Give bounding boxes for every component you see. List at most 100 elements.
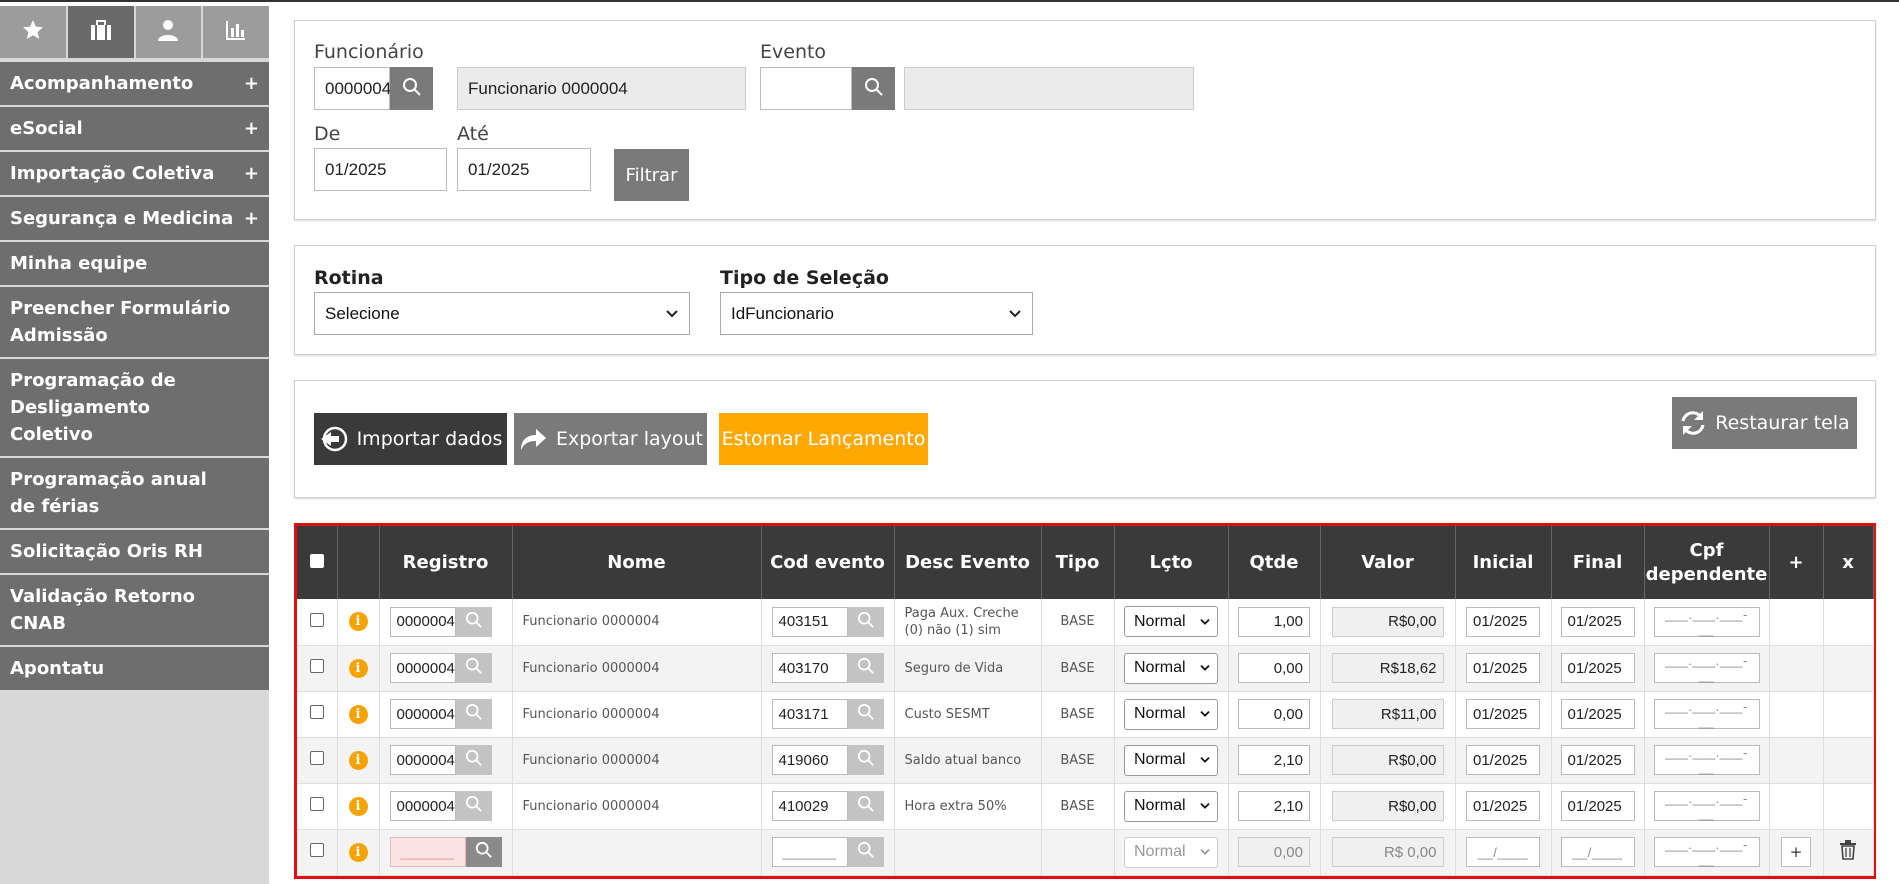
tab-user[interactable] — [135, 6, 204, 58]
evento-code-input[interactable] — [760, 67, 852, 110]
lcto-select[interactable]: Normal — [1124, 790, 1218, 822]
expand-plus-icon[interactable]: + — [244, 115, 259, 142]
cod-evento-search-button[interactable] — [847, 653, 884, 683]
final-input[interactable]: 01/2025 — [1560, 606, 1635, 637]
evento-search-button[interactable] — [852, 67, 895, 110]
add-row-button[interactable]: + — [1781, 837, 1811, 867]
info-icon[interactable]: i — [348, 612, 368, 632]
valor-input[interactable]: R$0,00 — [1331, 791, 1444, 821]
row-checkbox[interactable] — [309, 705, 324, 719]
sidebar-item[interactable]: Validação Retorno CNAB — [0, 575, 269, 647]
qtde-input[interactable]: 0,00 — [1238, 653, 1310, 683]
select-all-header[interactable] — [297, 526, 338, 599]
filtrar-button[interactable]: Filtrar — [614, 149, 689, 201]
valor-input[interactable]: R$ 0,00 — [1331, 837, 1444, 867]
tab-favorites[interactable] — [0, 6, 68, 58]
sidebar-item[interactable]: Importação Coletiva + — [0, 152, 269, 197]
info-icon[interactable]: i — [348, 658, 368, 678]
cpf-input[interactable]: ___.___.___-__ — [1653, 837, 1760, 867]
qtde-input[interactable]: 0,00 — [1238, 699, 1310, 729]
registro-input[interactable]: 0000004 — [389, 699, 456, 729]
row-checkbox[interactable] — [309, 612, 324, 627]
info-icon[interactable]: i — [348, 796, 368, 816]
qtde-input[interactable]: 0,00 — [1238, 837, 1310, 867]
registro-search-button[interactable] — [465, 837, 502, 867]
registro-search-button[interactable] — [455, 745, 492, 775]
sidebar-item[interactable]: Minha equipe — [0, 242, 269, 287]
qtde-input[interactable]: 2,10 — [1238, 745, 1310, 775]
expand-plus-icon[interactable]: + — [244, 70, 259, 97]
select-all-checkbox[interactable] — [309, 553, 324, 568]
registro-input[interactable]: _______ — [389, 837, 466, 867]
lcto-select[interactable]: Normal — [1124, 836, 1218, 868]
registro-search-button[interactable] — [455, 653, 492, 683]
registro-input[interactable]: 0000004 — [389, 653, 456, 683]
valor-input[interactable]: R$0,00 — [1331, 745, 1444, 775]
registro-input[interactable]: 0000004 — [389, 606, 456, 637]
funcionario-code-input[interactable]: 0000004 — [314, 67, 391, 110]
tab-briefcase[interactable] — [67, 6, 136, 58]
final-input[interactable]: __/____ — [1560, 837, 1635, 867]
info-icon[interactable]: i — [348, 704, 368, 724]
registro-search-button[interactable] — [455, 606, 492, 637]
ate-input[interactable]: 01/2025 — [457, 148, 591, 191]
lcto-select[interactable]: Normal — [1124, 744, 1218, 776]
qtde-input[interactable]: 1,00 — [1238, 606, 1310, 637]
registro-input[interactable]: 0000004 — [389, 791, 456, 821]
final-input[interactable]: 01/2025 — [1560, 791, 1635, 821]
row-checkbox[interactable] — [309, 797, 324, 811]
exportar-layout-button[interactable]: Exportar layout — [514, 413, 707, 465]
sidebar-item[interactable]: Apontatu — [0, 647, 269, 692]
row-checkbox[interactable] — [309, 843, 324, 857]
qtde-input[interactable]: 2,10 — [1238, 791, 1310, 821]
valor-input[interactable]: R$18,62 — [1331, 653, 1444, 683]
sidebar-item[interactable]: Preencher Formulário Admissão — [0, 287, 269, 359]
inicial-input[interactable]: 01/2025 — [1466, 606, 1540, 637]
sidebar-item[interactable]: Acompanhamento + — [0, 62, 269, 107]
info-icon[interactable]: i — [348, 750, 368, 770]
cod-evento-input[interactable]: 410029 — [771, 791, 848, 821]
trash-icon[interactable] — [1839, 840, 1857, 864]
final-input[interactable]: 01/2025 — [1560, 653, 1635, 683]
valor-input[interactable]: R$0,00 — [1331, 606, 1444, 637]
cod-evento-input[interactable]: 403151 — [771, 606, 848, 637]
cod-evento-input[interactable]: 419060 — [771, 745, 848, 775]
tab-reports[interactable] — [203, 6, 269, 58]
inicial-input[interactable]: 01/2025 — [1466, 653, 1540, 683]
inicial-input[interactable]: __/____ — [1466, 837, 1540, 867]
restaurar-tela-button[interactable]: Restaurar tela — [1672, 397, 1857, 449]
sidebar-item[interactable]: Programação de Desligamento Coletivo — [0, 359, 269, 458]
valor-input[interactable]: R$11,00 — [1331, 699, 1444, 729]
inicial-input[interactable]: 01/2025 — [1466, 791, 1540, 821]
row-checkbox[interactable] — [309, 659, 324, 673]
cpf-input[interactable]: ___.___.___-__ — [1653, 606, 1760, 637]
de-input[interactable]: 01/2025 — [314, 148, 447, 191]
inicial-input[interactable]: 01/2025 — [1466, 699, 1540, 729]
cod-evento-search-button[interactable] — [847, 606, 884, 637]
expand-plus-icon[interactable]: + — [244, 160, 259, 187]
lcto-select[interactable]: Normal — [1124, 652, 1218, 684]
lcto-select[interactable]: Normal — [1124, 698, 1218, 730]
lcto-select[interactable]: Normal — [1124, 606, 1218, 638]
cpf-input[interactable]: ___.___.___-__ — [1653, 745, 1760, 775]
cod-evento-search-button[interactable] — [847, 745, 884, 775]
importar-dados-button[interactable]: Importar dados — [314, 413, 507, 465]
registro-input[interactable]: 0000004 — [389, 745, 456, 775]
cpf-input[interactable]: ___.___.___-__ — [1653, 699, 1760, 729]
cod-evento-search-button[interactable] — [847, 837, 884, 867]
cpf-input[interactable]: ___.___.___-__ — [1653, 653, 1760, 683]
final-input[interactable]: 01/2025 — [1560, 699, 1635, 729]
sidebar-item[interactable]: Solicitação Oris RH — [0, 530, 269, 575]
funcionario-search-button[interactable] — [390, 67, 433, 110]
cod-evento-search-button[interactable] — [847, 791, 884, 821]
sidebar-item[interactable]: Programação anual de férias — [0, 458, 269, 530]
registro-search-button[interactable] — [455, 791, 492, 821]
sidebar-item[interactable]: Segurança e Medicina + — [0, 197, 269, 242]
cod-evento-input[interactable]: 403171 — [771, 699, 848, 729]
row-checkbox[interactable] — [309, 751, 324, 765]
info-icon[interactable]: i — [348, 842, 368, 862]
cod-evento-input[interactable]: 403170 — [771, 653, 848, 683]
expand-plus-icon[interactable]: + — [244, 205, 259, 232]
cod-evento-search-button[interactable] — [847, 699, 884, 729]
rotina-select[interactable]: Selecione — [314, 292, 690, 335]
